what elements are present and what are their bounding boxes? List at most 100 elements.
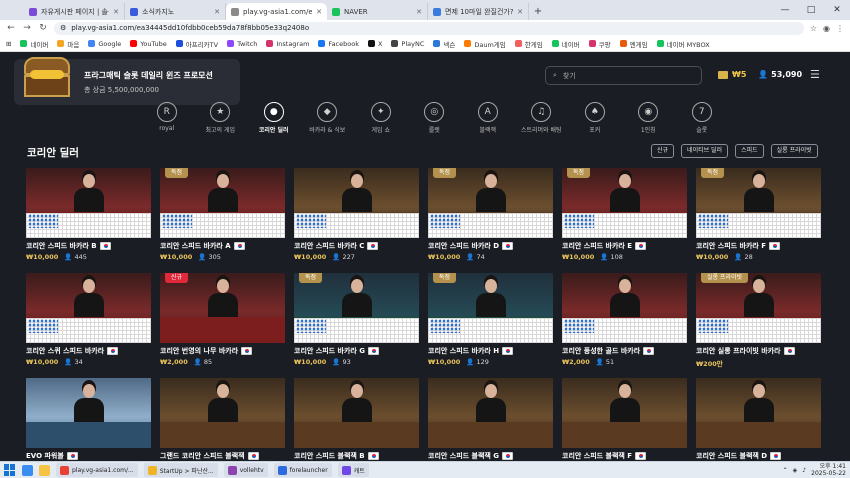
game-thumbnail[interactable]	[26, 168, 151, 238]
profile-icon[interactable]: ◉	[823, 24, 830, 33]
game-thumbnail[interactable]: 독점	[428, 168, 553, 238]
bookmark-item[interactable]: YouTube	[130, 40, 167, 48]
file-explorer-icon[interactable]	[39, 464, 50, 476]
more-menu-icon[interactable]: ⋮	[836, 24, 844, 33]
weather-icon[interactable]	[22, 464, 33, 476]
game-thumbnail[interactable]: 신규	[160, 273, 285, 343]
bookmark-item[interactable]: 엔게임	[619, 39, 648, 49]
bookmark-star-icon[interactable]: ☆	[810, 24, 817, 33]
browser-tab[interactable]: play.vg-asia1.com/ea34445dd1✕	[226, 3, 327, 20]
bookmark-item[interactable]: Twitch	[227, 40, 257, 48]
game-card[interactable]: 독점 코리안 스피드 바카라 D ₩10,000 👤 74	[428, 168, 553, 264]
game-thumbnail[interactable]	[696, 378, 821, 448]
bookmark-item[interactable]: 네이버	[551, 39, 580, 49]
game-card[interactable]: 독점 코리안 스피드 바카라 E ₩10,000 👤 108	[562, 168, 687, 264]
tray-chevron-icon[interactable]: ⌃	[783, 467, 788, 474]
game-card[interactable]: 코리안 풍성한 골드 바카라 ₩2,000 👤 51	[562, 273, 687, 369]
network-icon[interactable]: ◈	[793, 467, 798, 474]
browser-tab[interactable]: 자유게시판 페이지 | 솔통나라 ✕	[24, 3, 125, 20]
game-thumbnail[interactable]	[26, 273, 151, 343]
category-tab[interactable]: ◎ 룰렛	[408, 102, 462, 138]
taskbar-app[interactable]: vollehtv	[223, 463, 268, 477]
game-card[interactable]: 코리안 스피드 블랙잭 D	[696, 378, 821, 461]
game-card[interactable]: 독점 코리안 스피드 바카라 A ₩10,000 👤 305	[160, 168, 285, 264]
game-thumbnail[interactable]: 독점	[696, 168, 821, 238]
taskbar-app[interactable]: play.vg-asia1.com/...	[56, 463, 138, 477]
category-tab[interactable]: 7 슬롯	[675, 102, 729, 138]
apps-grid-icon[interactable]: ⊞	[6, 40, 11, 48]
game-thumbnail[interactable]	[562, 378, 687, 448]
reload-icon[interactable]: ↻	[38, 23, 48, 33]
start-button-icon[interactable]	[4, 464, 16, 476]
tab-close-icon[interactable]: ✕	[416, 8, 422, 16]
bookmark-item[interactable]: Instagram	[266, 40, 309, 48]
promo-banner[interactable]: 프라그매틱 슬롯 데일리 윈즈 프로모션 총 상금 5,500,000,000	[14, 57, 240, 105]
bookmark-item[interactable]: X	[367, 40, 382, 48]
tab-close-icon[interactable]: ✕	[113, 8, 119, 16]
game-card[interactable]: 코리안 스퀴 스피드 바카라 ₩10,000 👤 34	[26, 273, 151, 369]
game-card[interactable]: 코리안 스피드 블랙잭 G	[428, 378, 553, 461]
taskbar-app[interactable]: forelauncher	[273, 463, 332, 477]
bookmark-item[interactable]: PlayNC	[391, 40, 424, 48]
forward-icon[interactable]: →	[22, 23, 32, 33]
game-card[interactable]: 그랜드 코리안 스피드 블랙잭	[160, 378, 285, 461]
category-tab[interactable]: ♠ 포커	[568, 102, 622, 138]
back-icon[interactable]: ←	[6, 23, 16, 33]
new-tab-button[interactable]: +	[529, 3, 547, 20]
category-tab[interactable]: ★ 최고의 게임	[194, 102, 248, 138]
site-info-icon[interactable]: ⚙	[60, 24, 66, 32]
bookmark-item[interactable]: 네이버	[20, 39, 48, 49]
game-card[interactable]: 코리안 스피드 바카라 B ₩10,000 👤 445	[26, 168, 151, 264]
game-card[interactable]: 독점 코리안 스피드 바카라 F ₩10,000 👤 28	[696, 168, 821, 264]
tab-close-icon[interactable]: ✕	[214, 8, 220, 16]
game-thumbnail[interactable]	[294, 168, 419, 238]
browser-tab[interactable]: 면제 10마일 완질건가? 들이✕	[428, 3, 529, 20]
game-thumbnail[interactable]	[160, 378, 285, 448]
browser-tab[interactable]: NAVER ✕	[327, 3, 428, 20]
wallet[interactable]: ₩5 👤 53,090	[718, 70, 802, 79]
game-card[interactable]: 독점 코리안 스피드 바카라 G ₩10,000 👤 93	[294, 273, 419, 369]
game-thumbnail[interactable]	[428, 378, 553, 448]
maximize-icon[interactable]: □	[798, 0, 824, 20]
taskbar-app[interactable]: StartUp > 파난산...	[143, 463, 218, 477]
game-card[interactable]: 신규 코리안 번영의 나무 바카라 ₩2,000 👤 85	[160, 273, 285, 369]
filter-button[interactable]: 신규	[651, 144, 675, 158]
filter-button[interactable]: 스피드	[735, 144, 764, 158]
game-card[interactable]: 코리안 스피드 블랙잭 B	[294, 378, 419, 461]
tab-close-icon[interactable]: ✕	[517, 8, 523, 16]
browser-tab[interactable]: 소식카지노 ✕	[125, 3, 226, 20]
minimize-icon[interactable]: —	[772, 0, 798, 20]
game-card[interactable]: 실롱 프라이빗 코리안 실롱 프라이빗 바카라 ₩200만	[696, 273, 821, 369]
category-tab[interactable]: ♫ 스트리머와 배팅	[515, 102, 569, 138]
category-tab[interactable]: ◉ 1인칭	[622, 102, 676, 138]
game-thumbnail[interactable]	[26, 378, 151, 448]
bookmark-item[interactable]: Daum게임	[464, 39, 506, 49]
game-thumbnail[interactable]	[562, 273, 687, 343]
bookmark-item[interactable]: Facebook	[318, 40, 359, 48]
search-input[interactable]: ⌕ 찾기	[545, 66, 702, 85]
hamburger-menu-icon[interactable]: ☰	[810, 68, 820, 81]
game-card[interactable]: 코리안 스피드 블랙잭 F	[562, 378, 687, 461]
bookmark-item[interactable]: 네이버 MYBOX	[656, 39, 710, 49]
game-thumbnail[interactable]: 독점	[428, 273, 553, 343]
bookmark-item[interactable]: 쿠팡	[588, 39, 611, 49]
game-thumbnail[interactable]: 독점	[294, 273, 419, 343]
url-field[interactable]: ⚙ play.vg-asia1.com/ea34445dd10fdbb0ceb5…	[54, 21, 804, 35]
game-thumbnail[interactable]	[294, 378, 419, 448]
category-tab[interactable]: A 블랙잭	[461, 102, 515, 138]
game-card[interactable]: 독점 코리안 스피드 바카라 H ₩10,000 👤 129	[428, 273, 553, 369]
category-tab[interactable]: ● 코리안 딜러	[247, 102, 301, 138]
game-card[interactable]: 코리안 스피드 바카라 C ₩10,000 👤 227	[294, 168, 419, 264]
taskbar-app[interactable]: 캐트	[337, 463, 369, 477]
game-thumbnail[interactable]: 실롱 프라이빗	[696, 273, 821, 343]
tab-close-icon[interactable]: ✕	[316, 8, 322, 16]
bookmark-item[interactable]: Google	[88, 40, 121, 48]
filter-button[interactable]: 네이티브 딜러	[681, 144, 729, 158]
category-tab[interactable]: ◆ 바카라 & 식보	[301, 102, 355, 138]
bookmark-item[interactable]: 넥슨	[433, 39, 455, 49]
category-tab[interactable]: Rroyal	[140, 102, 194, 138]
clock[interactable]: 오후 1:41 2025-05-22	[811, 463, 846, 477]
category-tab[interactable]: ✦ 게임 쇼	[354, 102, 408, 138]
volume-icon[interactable]: ♪	[802, 467, 806, 474]
bookmark-item[interactable]: 아프리카TV	[175, 39, 218, 49]
